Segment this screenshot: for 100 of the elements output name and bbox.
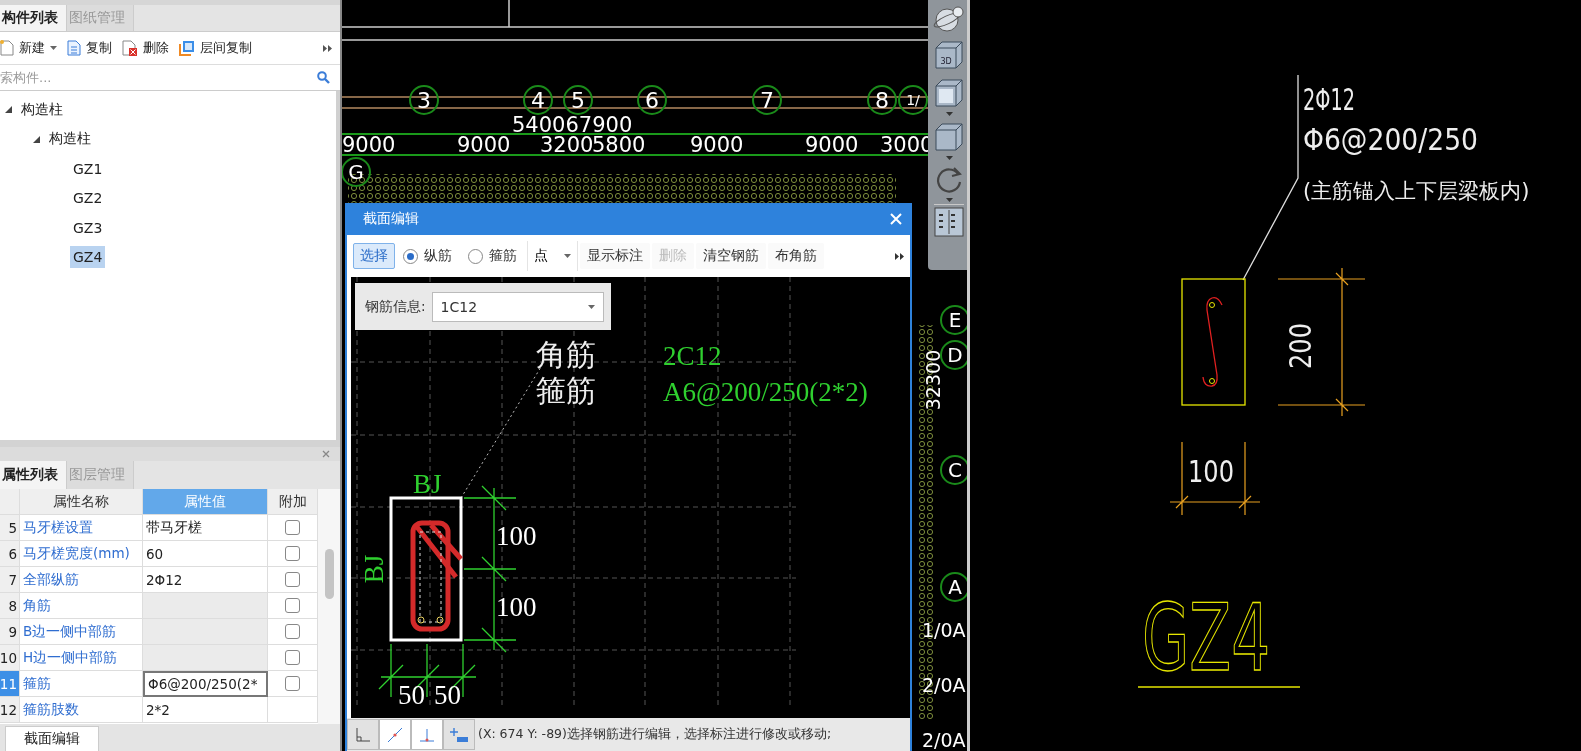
cube-icon[interactable] bbox=[932, 120, 966, 154]
checkbox[interactable] bbox=[285, 520, 300, 535]
column-header[interactable]: 属性名称 bbox=[20, 489, 143, 515]
radio-button[interactable] bbox=[468, 248, 483, 264]
property-value[interactable]: 2Φ12 bbox=[143, 567, 268, 593]
tree-item[interactable]: 构造柱 bbox=[18, 97, 66, 122]
diagonal-line-icon bbox=[387, 726, 403, 743]
side-label: BJ bbox=[359, 554, 389, 584]
caret-icon bbox=[50, 46, 57, 50]
row-number: 7 bbox=[0, 567, 20, 593]
panel-tab[interactable]: 截面编辑 bbox=[5, 726, 99, 751]
rebar-info-dropdown[interactable]: 1C12 bbox=[431, 291, 604, 322]
checkbox[interactable] bbox=[285, 572, 300, 587]
search-icon[interactable] bbox=[317, 71, 330, 84]
checkbox[interactable] bbox=[285, 546, 300, 561]
scrollbar-thumb[interactable] bbox=[324, 549, 334, 599]
axis-label: E bbox=[948, 308, 962, 332]
corner-icon bbox=[355, 726, 371, 743]
checkbox[interactable] bbox=[285, 650, 300, 665]
search-box[interactable]: 索构件... bbox=[0, 65, 340, 91]
caret-icon[interactable] bbox=[945, 198, 953, 202]
axis-bubble bbox=[752, 85, 782, 115]
panel-tab[interactable]: 属性列表 bbox=[0, 461, 67, 489]
document-icon bbox=[67, 40, 81, 56]
tree-item[interactable]: GZ1 bbox=[70, 157, 106, 180]
side-label: BJ bbox=[413, 469, 442, 499]
row-number: 11 bbox=[0, 671, 20, 697]
dimension-text: 9000 bbox=[457, 133, 511, 157]
toolbar-button[interactable]: 删除 bbox=[122, 39, 169, 57]
column-name: GZ4 bbox=[1142, 585, 1335, 692]
axis-label: 1/ bbox=[906, 92, 920, 108]
delete-document-icon bbox=[122, 40, 138, 56]
axis-label: 1/0A bbox=[922, 619, 966, 641]
axis-label: 5 bbox=[571, 88, 585, 113]
snap-button[interactable] bbox=[443, 719, 475, 750]
close-icon[interactable] bbox=[322, 450, 330, 458]
toolbar-button[interactable]: 布角筋 bbox=[768, 243, 824, 269]
add-point-icon bbox=[450, 726, 468, 743]
snap-button[interactable] bbox=[379, 719, 411, 750]
dimension-text: 9000 bbox=[805, 133, 859, 157]
dimension-text: 50 bbox=[434, 680, 461, 710]
row-number: 6 bbox=[0, 541, 20, 567]
checkbox[interactable] bbox=[285, 676, 300, 691]
toolbar-button[interactable]: 清空钢筋 bbox=[696, 243, 766, 269]
toolbar-button[interactable]: 新建 bbox=[0, 39, 57, 57]
property-value[interactable]: 带马牙槎 bbox=[143, 515, 268, 541]
checkbox[interactable] bbox=[285, 598, 300, 613]
caret-icon bbox=[587, 304, 595, 309]
axis-label: 4 bbox=[531, 88, 545, 113]
status-text: (X: 674 Y: -89)选择钢筋进行编辑，选择标注进行修改或移动; bbox=[477, 726, 832, 743]
property-value[interactable]: 60 bbox=[143, 541, 268, 567]
perpendicular-icon bbox=[419, 726, 435, 743]
toolbar-button[interactable]: 层间复制 bbox=[179, 39, 252, 57]
expand-icon[interactable] bbox=[33, 135, 40, 143]
radio-option[interactable]: 纵筋 bbox=[397, 247, 460, 265]
axis-label: 6 bbox=[645, 88, 659, 113]
axis-bubble bbox=[940, 305, 967, 335]
caret-icon[interactable] bbox=[945, 156, 953, 160]
axis-bubble bbox=[409, 85, 439, 115]
toolbar-button[interactable]: 复制 bbox=[67, 39, 112, 57]
checkbox[interactable] bbox=[285, 624, 300, 639]
panel-tab[interactable]: 构件列表 bbox=[0, 5, 67, 31]
axis-bubble bbox=[940, 340, 967, 370]
radio-button[interactable] bbox=[403, 248, 418, 264]
annotation-text: (主筋锚入上下层梁板内) bbox=[1303, 179, 1530, 203]
dimension-text: 9000 bbox=[690, 133, 744, 157]
tree-item[interactable]: GZ3 bbox=[70, 216, 106, 239]
axis-label: A bbox=[948, 575, 962, 599]
caret-icon[interactable] bbox=[945, 112, 953, 116]
snap-button[interactable] bbox=[347, 719, 379, 750]
axis-label: 7 bbox=[760, 88, 774, 113]
more-icon[interactable] bbox=[895, 252, 904, 260]
cube-front-icon[interactable] bbox=[932, 76, 966, 110]
expand-icon[interactable] bbox=[5, 106, 12, 114]
more-icon[interactable] bbox=[323, 44, 332, 52]
axis-bubble bbox=[867, 85, 897, 115]
axis-bubble bbox=[342, 157, 371, 187]
search-field[interactable]: 索构件... bbox=[0, 70, 317, 85]
row-number: 8 bbox=[0, 593, 20, 619]
column-header[interactable]: 附加 bbox=[268, 489, 318, 515]
annotation-text: 2Φ12 bbox=[1303, 82, 1384, 117]
tree-item[interactable]: GZ2 bbox=[70, 187, 106, 210]
view-3d-label: 3D bbox=[940, 57, 952, 66]
axis-bubble bbox=[940, 572, 967, 602]
property-value[interactable]: 2*2 bbox=[143, 697, 268, 723]
property-value[interactable]: Φ6@200/250(2* bbox=[143, 671, 268, 697]
dropdown[interactable]: 点 bbox=[527, 241, 578, 271]
tree-item[interactable]: 构造柱 bbox=[46, 127, 94, 152]
toolbar-button[interactable]: 显示标注 bbox=[580, 243, 650, 269]
axis-label: D bbox=[947, 343, 963, 367]
snap-button[interactable] bbox=[411, 719, 443, 750]
toolbar-button[interactable]: 选择 bbox=[353, 243, 395, 269]
axis-bubble bbox=[940, 455, 967, 485]
dimension-text: 32300 bbox=[922, 349, 944, 411]
dimension-text: 100 bbox=[1188, 454, 1246, 489]
legend-label: 箍筋 bbox=[536, 374, 596, 407]
caret-icon bbox=[564, 254, 571, 258]
radio-option[interactable]: 箍筋 bbox=[462, 247, 525, 265]
tree-item[interactable]: GZ4 bbox=[70, 246, 106, 269]
dialog-title: 截面编辑 bbox=[363, 210, 419, 228]
